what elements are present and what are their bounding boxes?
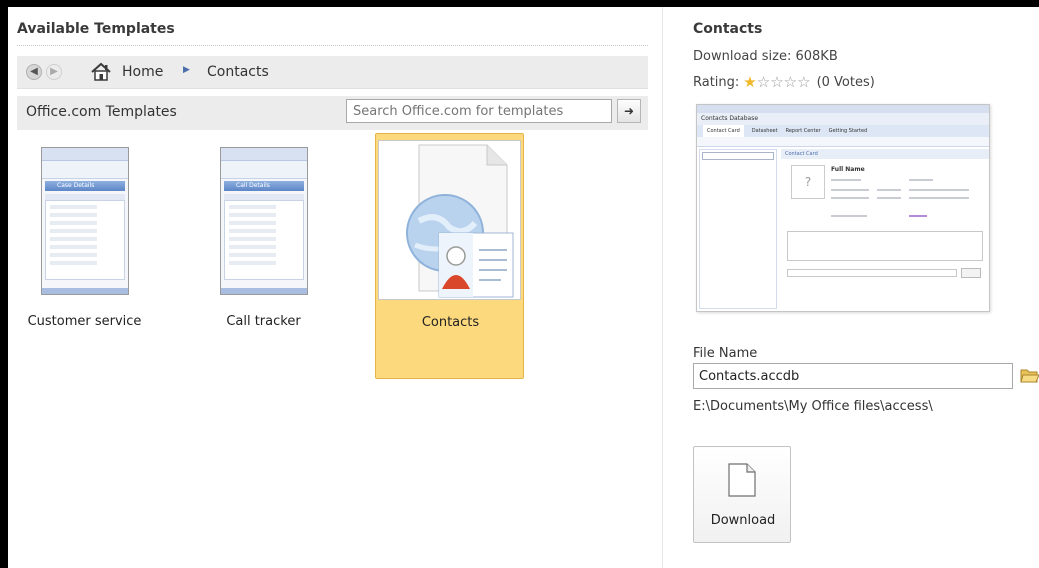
breadcrumb-bar: ◀ ▶ Home ▶ Contacts (17, 56, 648, 89)
breadcrumb-home[interactable]: Home (122, 64, 163, 80)
available-templates-pane: Available Templates ◀ ▶ Home ▶ Contacts … (8, 7, 662, 568)
rating-votes: (0 Votes) (816, 75, 875, 90)
download-button[interactable]: Download (693, 446, 791, 543)
download-size-label: Download size: (693, 49, 792, 64)
preview-tab: Contact Card (703, 125, 744, 137)
preview-card-header: Contact Card (781, 149, 989, 159)
download-size: Download size: 608KB (693, 49, 838, 64)
template-preview: Contacts Database Contact Card Datasheet… (696, 104, 990, 312)
template-search-input[interactable] (346, 99, 612, 123)
template-label: Customer service (27, 314, 142, 329)
breadcrumb-contacts: Contacts (207, 64, 269, 80)
preview-sidebar (699, 149, 777, 309)
home-icon[interactable] (90, 62, 112, 82)
download-size-value: 608KB (795, 49, 838, 64)
rating-label: Rating: (693, 75, 740, 90)
template-call-tracker[interactable]: Call Details Call tracker (189, 133, 338, 379)
star-filled-icon[interactable]: ★ (743, 75, 756, 90)
star-empty-icon[interactable]: ☆ (770, 75, 783, 90)
thumbnail-header: Call Details (224, 181, 304, 191)
preview-tab: Datasheet (751, 128, 778, 134)
download-label: Download (710, 513, 776, 528)
search-go-button[interactable]: ➜ (617, 99, 641, 123)
rating: Rating: ★ ☆ ☆ ☆ ☆ (0 Votes) (693, 75, 875, 91)
office-templates-bar: Office.com Templates ➜ (17, 96, 648, 130)
office-templates-label: Office.com Templates (26, 104, 177, 120)
new-database-backstage: Available Templates ◀ ▶ Home ▶ Contacts … (8, 7, 1039, 568)
preview-tabs: Contact Card Datasheet Report Center Get… (697, 125, 989, 137)
back-button[interactable]: ◀ (26, 64, 42, 80)
triangle-right-icon: ▶ (183, 65, 190, 75)
template-details-pane: Contacts Download size: 608KB Rating: ★ ☆… (663, 7, 1039, 568)
template-thumbnail: Case Details (41, 147, 129, 295)
file-name-input[interactable] (693, 363, 1013, 389)
preview-db-title: Contacts Database (697, 113, 989, 125)
open-folder-icon[interactable] (1020, 365, 1039, 385)
thumbnail-header: Case Details (45, 181, 125, 191)
document-icon (728, 463, 756, 497)
rating-stars[interactable]: ★ ☆ ☆ ☆ ☆ (743, 75, 810, 90)
preview-tab: Getting Started (828, 128, 868, 134)
file-name-label: File Name (693, 346, 758, 361)
arrow-right-icon: ➜ (623, 104, 635, 118)
template-label: Contacts (421, 315, 480, 330)
template-label: Call tracker (226, 314, 301, 329)
preview-full-name: Full Name (831, 166, 865, 173)
preview-tab: Report Center (785, 128, 821, 134)
star-empty-icon[interactable]: ☆ (797, 75, 810, 90)
template-customer-service[interactable]: Case Details Customer service (10, 133, 159, 379)
pane-title: Available Templates (17, 21, 175, 37)
title-separator (17, 45, 648, 46)
save-path: E:\Documents\My Office files\access\ (693, 399, 933, 414)
template-thumbnail (378, 140, 521, 300)
star-empty-icon[interactable]: ☆ (757, 75, 770, 90)
template-contacts[interactable]: Contacts (375, 133, 524, 379)
star-empty-icon[interactable]: ☆ (784, 75, 797, 90)
template-thumbnail: Call Details (220, 147, 308, 295)
preview-contact-card: Contact Card ? Full Name (781, 149, 989, 309)
template-title: Contacts (693, 21, 763, 37)
arrow-right-icon: ▶ (50, 66, 58, 77)
forward-button[interactable]: ▶ (46, 64, 62, 80)
contacts-database-icon (406, 144, 514, 298)
photo-placeholder-icon: ? (791, 165, 825, 199)
arrow-left-icon: ◀ (30, 66, 38, 77)
